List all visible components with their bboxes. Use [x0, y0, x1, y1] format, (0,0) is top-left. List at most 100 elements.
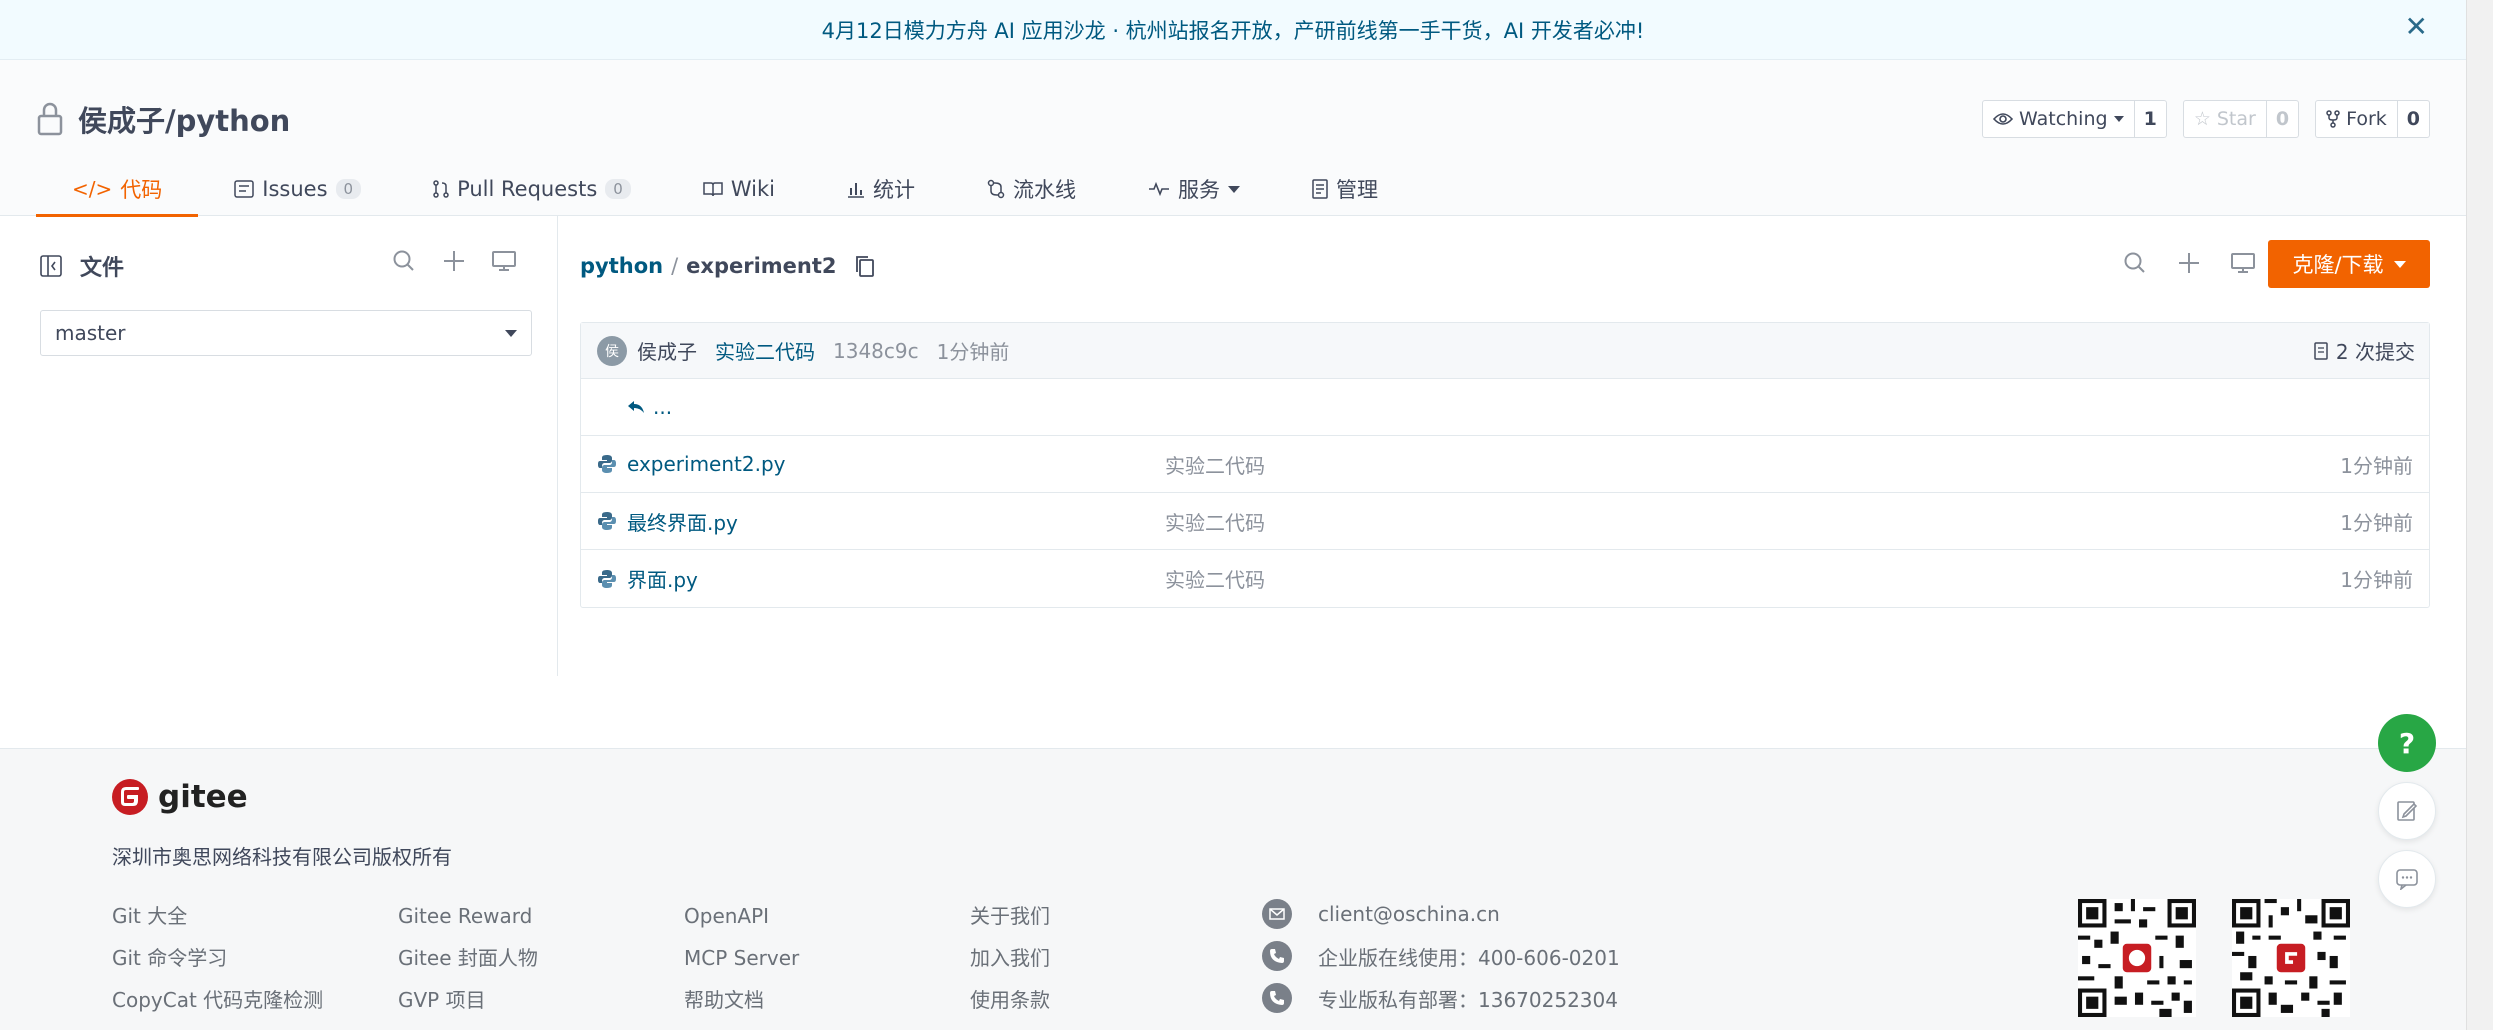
tab-issues[interactable]: Issues 0 — [198, 162, 397, 216]
plus-icon[interactable] — [441, 248, 467, 274]
repo-tabs: </> 代码 Issues 0 Pull Requests 0 Wiki 统计 … — [36, 162, 1414, 217]
fork-button[interactable]: Fork — [2316, 101, 2398, 137]
footer-link[interactable]: Gitee 封面人物 — [398, 945, 538, 971]
help-button[interactable]: ? — [2378, 714, 2436, 772]
tab-manage[interactable]: 管理 — [1276, 162, 1414, 216]
contact-enterprise: 企业版在线使用：400-606-0201 — [1262, 941, 1620, 971]
table-row[interactable]: experiment2.py 实验二代码 1分钟前 — [581, 436, 2429, 493]
branch-name: master — [55, 321, 126, 345]
star-group: ☆ Star 0 — [2182, 100, 2300, 138]
file-link[interactable]: experiment2.py — [597, 452, 786, 476]
chevron-down-icon — [1227, 185, 1240, 193]
phone-icon — [1262, 941, 1292, 971]
chevron-down-icon — [505, 329, 517, 337]
tab-code[interactable]: </> 代码 — [36, 162, 199, 217]
commit-hash[interactable]: 1348c9c — [833, 339, 919, 363]
footer-link[interactable]: OpenAPI — [684, 903, 799, 929]
footer-link[interactable]: GVP 项目 — [398, 987, 538, 1013]
copy-icon[interactable] — [855, 255, 875, 277]
star-button[interactable]: ☆ Star — [2184, 101, 2267, 137]
fork-count[interactable]: 0 — [2398, 101, 2429, 137]
sidebar-header: 文件 — [40, 250, 124, 282]
monitor-icon[interactable] — [2230, 250, 2256, 276]
parent-dir-link[interactable]: ... — [627, 395, 672, 419]
bar-chart-icon — [847, 183, 864, 198]
parent-dir-row[interactable]: ... — [581, 379, 2429, 436]
footer-link[interactable]: 关于我们 — [970, 903, 1050, 929]
chat-icon — [2396, 869, 2418, 890]
monitor-icon[interactable] — [491, 248, 517, 274]
fork-group: Fork 0 — [2315, 100, 2430, 138]
watch-group: Watching 1 — [1982, 100, 2167, 138]
footer-link[interactable]: 加入我们 — [970, 945, 1050, 971]
tab-wiki[interactable]: Wiki — [667, 162, 811, 216]
tab-label: 服务 — [1177, 178, 1220, 202]
file-commit-message[interactable]: 实验二代码 — [1165, 564, 1265, 593]
search-icon[interactable] — [2122, 250, 2148, 276]
watch-count[interactable]: 1 — [2135, 101, 2166, 137]
footer-link[interactable]: 帮助文档 — [684, 987, 799, 1013]
gitee-logo[interactable]: gitee — [112, 779, 248, 815]
file-name: experiment2.py — [627, 452, 786, 476]
banner-text[interactable]: 4月12日模力方舟 AI 应用沙龙 · 杭州站报名开放，产研前线第一手干货，AI… — [822, 15, 1645, 45]
plus-icon[interactable] — [2176, 250, 2202, 276]
file-table: 侯 侯成子 实验二代码 1348c9c 1分钟前 2 次提交 ... exper… — [580, 322, 2430, 608]
chevron-down-icon — [2393, 260, 2406, 268]
footer-link[interactable]: MCP Server — [684, 945, 799, 971]
contact-text: 企业版在线使用：400-606-0201 — [1318, 945, 1620, 970]
tab-label: Pull Requests — [457, 177, 598, 201]
feedback-button[interactable] — [2378, 782, 2436, 840]
footer-link[interactable]: Git 命令学习 — [112, 945, 323, 971]
vertical-scrollbar[interactable] — [2466, 0, 2493, 1030]
document-icon — [1312, 179, 1328, 199]
breadcrumb-root[interactable]: python — [580, 254, 663, 278]
branch-select[interactable]: master — [40, 310, 532, 356]
sidebar-toggle-icon[interactable] — [40, 255, 62, 277]
file-commit-message[interactable]: 实验二代码 — [1165, 450, 1265, 479]
footer-links-col3: OpenAPI MCP Server 帮助文档 — [684, 903, 799, 1013]
commit-author[interactable]: 侯成子 — [637, 336, 697, 365]
announcement-banner: 4月12日模力方舟 AI 应用沙龙 · 杭州站报名开放，产研前线第一手干货，AI… — [0, 0, 2466, 60]
file-time: 1分钟前 — [2340, 568, 2413, 592]
fork-label: Fork — [2346, 108, 2387, 130]
watch-label: Watching — [2019, 108, 2108, 130]
watch-button[interactable]: Watching — [1983, 101, 2135, 137]
book-icon — [703, 182, 723, 197]
avatar[interactable]: 侯 — [597, 335, 627, 366]
close-icon[interactable]: ✕ — [2405, 10, 2428, 43]
file-link[interactable]: 最终界面.py — [597, 507, 738, 536]
footer-link[interactable]: Gitee Reward — [398, 903, 538, 929]
code-icon: </> — [72, 177, 113, 201]
tab-pull-requests[interactable]: Pull Requests 0 — [397, 162, 667, 216]
commit-message[interactable]: 实验二代码 — [715, 336, 815, 365]
tab-pipeline[interactable]: 流水线 — [951, 162, 1112, 216]
gitee-logo-text: gitee — [158, 779, 248, 815]
footer-link[interactable]: 使用条款 — [970, 987, 1050, 1013]
eye-icon — [1993, 113, 2014, 125]
issues-icon — [234, 180, 255, 198]
file-link[interactable]: 界面.py — [597, 564, 698, 593]
mail-icon — [1262, 899, 1292, 929]
chevron-down-icon — [2113, 116, 2124, 122]
search-icon[interactable] — [391, 248, 417, 274]
chat-button[interactable] — [2378, 850, 2436, 908]
footer-link[interactable]: Git 大全 — [112, 903, 323, 929]
table-row[interactable]: 最终界面.py 实验二代码 1分钟前 — [581, 493, 2429, 550]
tab-services[interactable]: 服务 — [1112, 162, 1276, 216]
footer-link[interactable]: CopyCat 代码克隆检测 — [112, 987, 323, 1013]
table-row[interactable]: 界面.py 实验二代码 1分钟前 — [581, 550, 2429, 607]
clone-download-button[interactable]: 克隆/下载 — [2268, 240, 2430, 288]
tab-stats[interactable]: 统计 — [811, 162, 951, 216]
file-commit-message[interactable]: 实验二代码 — [1165, 507, 1265, 536]
commit-count-link[interactable]: 2 次提交 — [2314, 336, 2415, 365]
contact-text[interactable]: client@oschina.cn — [1318, 902, 1500, 926]
star-count[interactable]: 0 — [2267, 101, 2298, 137]
issues-count-badge: 0 — [335, 179, 362, 199]
contact-info: client@oschina.cn 企业版在线使用：400-606-0201 专… — [1262, 899, 1620, 1013]
gitee-logo-icon — [112, 779, 148, 815]
repo-name[interactable]: 侯成子/python — [78, 98, 290, 140]
tab-label: 统计 — [872, 178, 915, 202]
commit-time: 1分钟前 — [936, 340, 1010, 364]
repo-header: 侯成子/python Watching 1 ☆ Star 0 Fork 0 </… — [0, 60, 2466, 217]
lock-icon — [37, 102, 63, 136]
